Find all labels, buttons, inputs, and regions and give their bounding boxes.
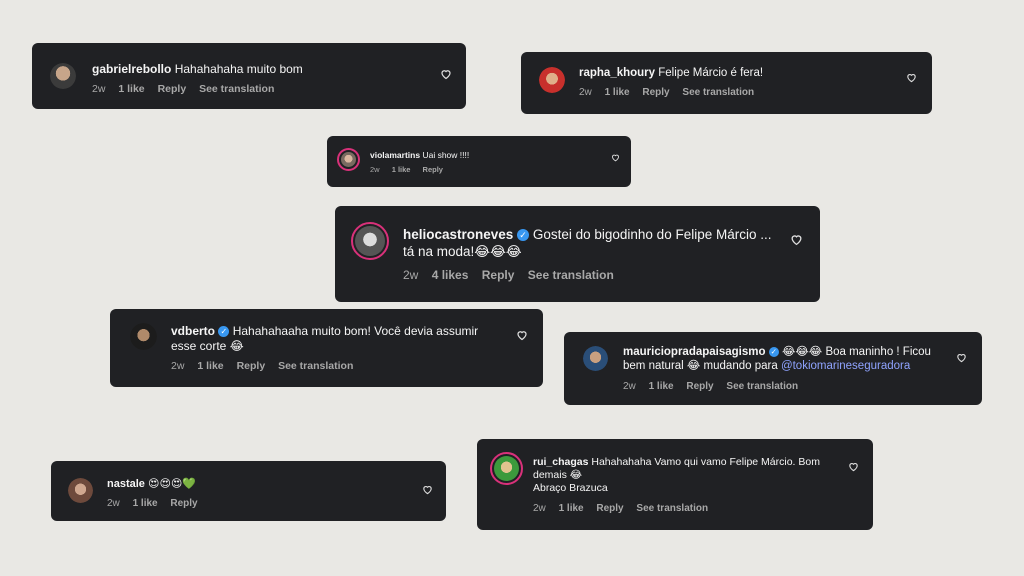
comment-body: violamartins Uai show !!!! xyxy=(370,150,469,161)
avatar[interactable] xyxy=(337,148,360,171)
reply-button[interactable]: Reply xyxy=(237,360,266,372)
timestamp[interactable]: 2w xyxy=(92,83,105,95)
comment-text: Hahahahaha Vamo qui vamo Felipe Márcio. … xyxy=(591,456,820,468)
heart-outline-icon[interactable] xyxy=(440,68,452,80)
likes-count[interactable]: 1 like xyxy=(559,503,584,514)
comment-meta: 2w 4 likes Reply See translation xyxy=(403,268,624,282)
username[interactable]: nastale xyxy=(107,478,145,490)
see-translation-button[interactable]: See translation xyxy=(278,360,353,372)
comment-meta: 2w 1 like Reply See translation xyxy=(623,381,808,392)
comment-text: Gostei do bigodinho do Felipe Márcio ... xyxy=(532,227,772,242)
timestamp[interactable]: 2w xyxy=(533,503,546,514)
reply-button[interactable]: Reply xyxy=(642,87,669,98)
heart-outline-icon[interactable] xyxy=(422,484,433,495)
heart-outline-icon[interactable] xyxy=(516,329,528,341)
timestamp[interactable]: 2w xyxy=(623,381,636,392)
comment-text: Uai show !!!! xyxy=(422,150,470,160)
reply-button[interactable]: Reply xyxy=(158,83,187,95)
comment-meta: 2w 1 like Reply xyxy=(370,165,453,174)
avatar[interactable] xyxy=(539,67,565,93)
username[interactable]: vdberto xyxy=(171,324,215,338)
comment-card: gabrielrebollo Hahahahaha muito bom 2w 1… xyxy=(32,43,466,109)
username[interactable]: gabrielrebollo xyxy=(92,62,171,76)
comment-text: Hahahahaaha muito bom! Você devia assumi… xyxy=(232,324,479,338)
username[interactable]: rapha_khoury xyxy=(579,67,655,79)
comment-text: tá na moda!😂😂😂 xyxy=(403,243,522,259)
mention-link[interactable]: @tokiomarineseguradora xyxy=(781,360,910,372)
comment-body: mauriciopradapaisagismo ✓ 😂😂😂 Boa maninh… xyxy=(623,345,931,374)
reply-button[interactable]: Reply xyxy=(686,381,713,392)
see-translation-button[interactable]: See translation xyxy=(726,381,798,392)
see-translation-button[interactable]: See translation xyxy=(199,83,274,95)
username[interactable]: violamartins xyxy=(370,150,420,160)
heart-outline-icon[interactable] xyxy=(848,461,859,472)
likes-count[interactable]: 1 like xyxy=(392,165,411,174)
comment-meta: 2w 1 like Reply xyxy=(107,498,208,509)
timestamp[interactable]: 2w xyxy=(403,268,418,282)
heart-outline-icon[interactable] xyxy=(956,352,967,363)
comment-card: violamartins Uai show !!!! 2w 1 like Rep… xyxy=(327,136,631,187)
comment-body: heliocastroneves ✓ Gostei do bigodinho d… xyxy=(403,227,771,261)
comment-text: Felipe Márcio é fera! xyxy=(658,67,764,79)
reply-button[interactable]: Reply xyxy=(423,165,443,174)
comment-text: bem natural 😂 mudando para xyxy=(623,360,778,373)
reply-button[interactable]: Reply xyxy=(482,268,515,282)
timestamp[interactable]: 2w xyxy=(107,498,120,509)
comment-card: nastale 😍😍😍💚 2w 1 like Reply xyxy=(51,461,446,521)
timestamp[interactable]: 2w xyxy=(171,360,184,372)
timestamp[interactable]: 2w xyxy=(370,165,380,174)
comment-body: nastale 😍😍😍💚 xyxy=(107,478,196,492)
heart-outline-icon[interactable] xyxy=(906,72,917,83)
likes-count[interactable]: 4 likes xyxy=(432,268,469,282)
likes-count[interactable]: 1 like xyxy=(605,87,630,98)
comment-meta: 2w 1 like Reply See translation xyxy=(171,360,363,372)
avatar[interactable] xyxy=(68,478,93,503)
username[interactable]: mauriciopradapaisagismo xyxy=(623,346,766,358)
avatar[interactable] xyxy=(583,346,608,371)
comment-card: vdberto ✓ Hahahahaaha muito bom! Você de… xyxy=(110,309,543,387)
see-translation-button[interactable]: See translation xyxy=(682,87,754,98)
comment-body: vdberto ✓ Hahahahaaha muito bom! Você de… xyxy=(171,324,478,354)
comment-body: gabrielrebollo Hahahahaha muito bom xyxy=(92,62,303,77)
comment-card: mauriciopradapaisagismo ✓ 😂😂😂 Boa maninh… xyxy=(564,332,982,405)
comment-text: 😂😂😂 Boa maninho ! Ficou xyxy=(781,346,931,358)
reply-button[interactable]: Reply xyxy=(170,498,197,509)
comment-body: rapha_khoury Felipe Márcio é fera! xyxy=(579,66,763,80)
avatar[interactable] xyxy=(130,323,157,350)
reply-button[interactable]: Reply xyxy=(596,503,623,514)
avatar[interactable] xyxy=(351,222,389,260)
verified-badge-icon: ✓ xyxy=(517,229,530,242)
heart-outline-icon[interactable] xyxy=(611,153,620,162)
verified-badge-icon: ✓ xyxy=(768,346,779,357)
comment-text: Abraço Brazuca xyxy=(533,482,608,495)
likes-count[interactable]: 1 like xyxy=(133,498,158,509)
comment-card: rui_chagas Hahahahaha Vamo qui vamo Feli… xyxy=(477,439,873,530)
comment-text: esse corte 😂 xyxy=(171,339,244,353)
heart-outline-icon[interactable] xyxy=(790,233,803,246)
comment-meta: 2w 1 like Reply See translation xyxy=(533,503,718,514)
comment-body: rui_chagas Hahahahaha Vamo qui vamo Feli… xyxy=(533,456,820,495)
likes-count[interactable]: 1 like xyxy=(197,360,223,372)
avatar[interactable] xyxy=(490,452,523,485)
likes-count[interactable]: 1 like xyxy=(118,83,144,95)
see-translation-button[interactable]: See translation xyxy=(636,503,708,514)
likes-count[interactable]: 1 like xyxy=(649,381,674,392)
comment-card: rapha_khoury Felipe Márcio é fera! 2w 1 … xyxy=(521,52,932,114)
see-translation-button[interactable]: See translation xyxy=(528,268,614,282)
verified-badge-icon: ✓ xyxy=(218,326,230,338)
comment-meta: 2w 1 like Reply See translation xyxy=(92,83,284,95)
comment-text: demais 😂 xyxy=(533,469,583,482)
comment-text: 😍😍😍💚 xyxy=(147,478,197,490)
username[interactable]: heliocastroneves xyxy=(403,227,513,242)
avatar[interactable] xyxy=(50,63,76,89)
comment-meta: 2w 1 like Reply See translation xyxy=(579,87,764,98)
timestamp[interactable]: 2w xyxy=(579,87,592,98)
comment-text: Hahahahaha muito bom xyxy=(174,62,303,76)
comment-card: heliocastroneves ✓ Gostei do bigodinho d… xyxy=(335,206,820,302)
username[interactable]: rui_chagas xyxy=(533,456,588,468)
